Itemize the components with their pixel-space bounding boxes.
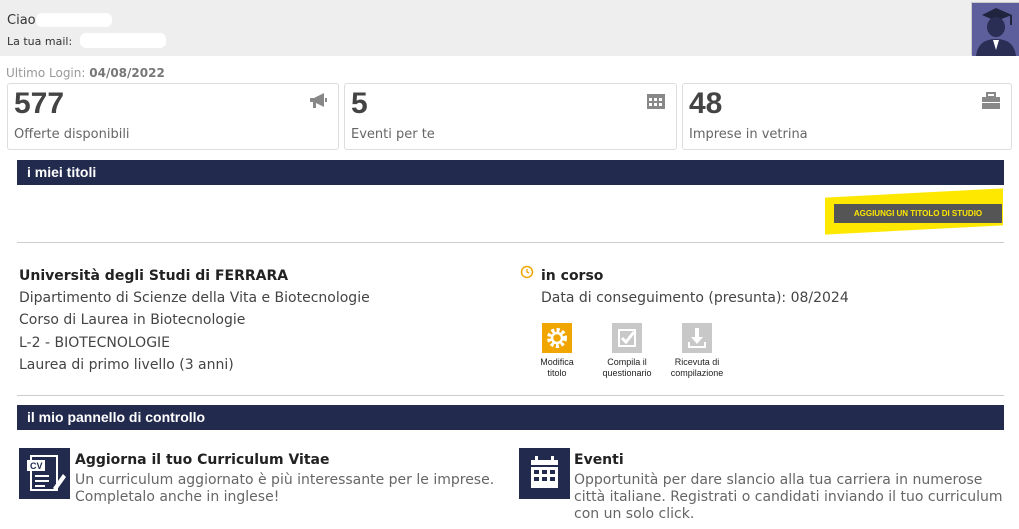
events-description: Opportunità per dare slancio alla tua ca… <box>574 472 1003 523</box>
add-degree-button[interactable]: AGGIUNGI UN TITOLO DI STUDIO <box>834 204 1002 223</box>
stat-label: Imprese in vetrina <box>689 127 808 142</box>
events-link[interactable] <box>519 448 570 499</box>
action-label: Ricevuta di compilazione <box>657 357 737 379</box>
section-header-titoli: i miei titoli <box>17 160 1004 185</box>
events-desc-line: città italiane. Registrati o candidati i… <box>574 489 1003 505</box>
edit-degree-button[interactable]: Modifica titolo <box>517 323 597 379</box>
divider <box>17 395 1004 396</box>
redacted-name <box>36 13 112 27</box>
action-label: Modifica titolo <box>517 357 597 379</box>
gear-icon <box>542 323 572 353</box>
action-label: Compila il questionario <box>587 357 667 379</box>
graduation-date: Data di conseguimento (presunta): 08/202… <box>541 290 849 306</box>
cv-desc-line: Completalo anche in inglese! <box>75 489 280 505</box>
degree-class: L-2 - BIOTECNOLOGIE <box>19 335 171 351</box>
events-title[interactable]: Eventi <box>574 452 624 468</box>
stat-label: Offerte disponibili <box>14 127 130 142</box>
graduate-avatar-icon <box>972 3 1019 56</box>
avatar[interactable] <box>971 2 1019 56</box>
last-login: Ultimo Login: 04/08/2022 <box>6 66 165 80</box>
clock-icon <box>520 265 534 279</box>
course-name: Corso di Laurea in Biotecnologie <box>19 312 246 328</box>
department-name: Dipartimento di Scienze della Vita e Bio… <box>19 290 370 306</box>
action-label-line: Modifica <box>540 357 574 367</box>
cv-title[interactable]: Aggiorna il tuo Curriculum Vitae <box>75 452 329 468</box>
last-login-date: 04/08/2022 <box>89 66 165 80</box>
redacted-email <box>80 33 166 48</box>
section-header-pannello: il mio pannello di controllo <box>17 405 1004 430</box>
calendar-icon <box>531 456 558 488</box>
questionnaire-button[interactable]: Compila il questionario <box>587 323 667 379</box>
events-desc-line: Opportunità per dare slancio alla tua ca… <box>574 472 983 488</box>
action-label-line: Ricevuta di <box>674 357 720 367</box>
action-label-line: compilazione <box>670 368 724 378</box>
greeting-text: Ciao <box>7 13 36 28</box>
stat-imprese[interactable]: 48 Imprese in vetrina <box>682 83 1012 150</box>
stat-eventi[interactable]: 5 Eventi per te <box>344 83 677 150</box>
degree-level: Laurea di primo livello (3 anni) <box>19 357 234 373</box>
last-login-label: Ultimo Login: <box>6 66 86 80</box>
action-label-line: titolo <box>547 368 567 378</box>
stat-label: Eventi per te <box>351 127 435 142</box>
download-icon <box>682 323 712 353</box>
degree-status: in corso <box>541 268 604 284</box>
cv-icon: CV <box>27 455 66 491</box>
stat-offerte[interactable]: 577 Offerte disponibili <box>7 83 339 150</box>
checkbox-icon <box>612 323 642 353</box>
cv-description: Un curriculum aggiornato è più interessa… <box>75 472 494 506</box>
divider <box>17 242 1004 243</box>
megaphone-icon <box>310 93 327 108</box>
events-desc-line: con un solo click. <box>574 506 695 522</box>
stat-value: 5 <box>351 87 368 120</box>
stat-value: 48 <box>689 87 723 120</box>
university-name: Università degli Studi di FERRARA <box>19 268 289 284</box>
mail-label: La tua mail: <box>7 35 73 48</box>
stat-value: 577 <box>14 87 65 120</box>
svg-text:CV: CV <box>30 461 43 471</box>
receipt-button[interactable]: Ricevuta di compilazione <box>657 323 737 379</box>
action-label-line: questionario <box>602 368 652 378</box>
cv-desc-line: Un curriculum aggiornato è più interessa… <box>75 472 495 488</box>
action-label-line: Compila il <box>607 357 647 367</box>
briefcase-icon <box>982 92 1000 109</box>
calendar-icon <box>647 94 665 109</box>
cv-link[interactable]: CV <box>19 448 70 499</box>
